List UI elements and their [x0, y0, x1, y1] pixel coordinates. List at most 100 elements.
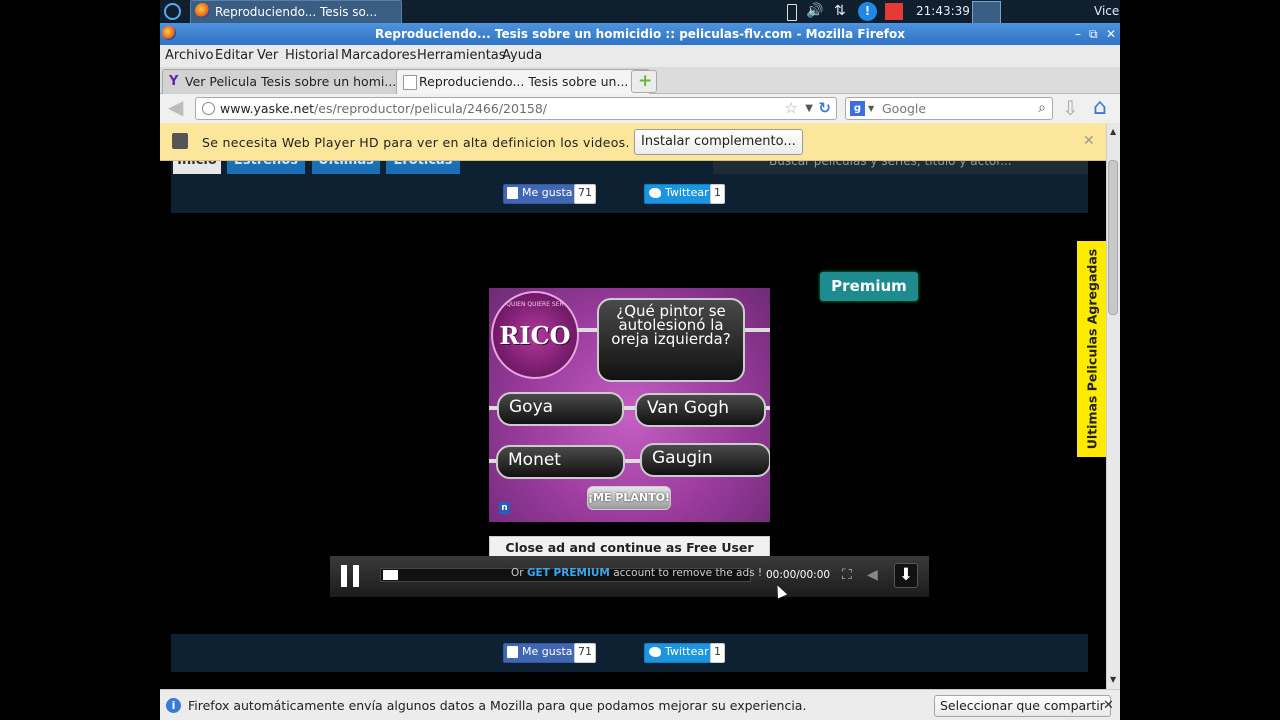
twitter-tweet-button-bottom[interactable]: Twittear — [644, 643, 714, 663]
download-icon[interactable]: ⇩ — [1062, 97, 1082, 119]
close-ad-button[interactable]: Close ad and continue as Free User — [489, 536, 770, 558]
progress-handle[interactable] — [383, 570, 398, 580]
like-label: Me gusta — [522, 186, 573, 199]
time-display: 00:00/00:00 — [766, 569, 831, 581]
page-favicon-icon — [403, 75, 417, 90]
video-ad[interactable]: RICO QUIEN QUIERE SER ¿Qué pintor se aut… — [489, 288, 770, 522]
fullscreen-icon[interactable]: ⛶ — [842, 568, 856, 582]
get-premium-link[interactable]: GET PREMIUM — [527, 567, 610, 579]
minimize-button[interactable]: – — [1075, 23, 1081, 45]
answer-gaugin[interactable]: Gaugin — [640, 443, 770, 477]
answer-van-gogh[interactable]: Van Gogh — [635, 393, 766, 427]
scrollbar-thumb[interactable] — [1108, 160, 1118, 315]
bookmark-star-icon[interactable]: ☆ — [785, 98, 798, 119]
site-nav-inicio[interactable]: Inicio — [173, 161, 221, 174]
menu-ayuda[interactable]: Ayuda — [502, 48, 542, 63]
tab-ver-pelicula[interactable]: Y Ver Pelicula Tesis sobre un homi... ✕ — [162, 69, 416, 94]
facebook-like-button[interactable]: Me gusta — [503, 184, 578, 204]
like-count-bottom: 71 — [574, 643, 596, 663]
taskbar-task-firefox[interactable]: Reproduciendo... Tesis so... — [190, 0, 402, 25]
facebook-icon — [507, 187, 518, 199]
tab-reproduciendo[interactable]: Reproduciendo... Tesis sobre un... ✕ — [396, 69, 650, 94]
search-icon[interactable]: ⌕ — [1038, 98, 1046, 119]
site-nav-eroticas[interactable]: Eroticas — [386, 161, 460, 174]
player-message-suffix: account to remove the ads ! — [613, 567, 763, 579]
url-path: /es/reproductor/pelicula/2466/20158/ — [314, 101, 548, 116]
url-bar[interactable]: www.yaske.net/es/reproductor/pelicula/24… — [195, 97, 837, 120]
progress-bar[interactable]: Or GET PREMIUM account to remove the ads… — [380, 567, 762, 582]
reload-icon[interactable]: ↻ — [818, 98, 831, 119]
data-sharing-bar: i Firefox automáticamente envía algunos … — [160, 689, 1120, 720]
menu-archivo[interactable]: Archivo — [165, 48, 214, 63]
pause-icon[interactable] — [341, 565, 361, 587]
quit-button[interactable]: ¡ME PLANTO! — [587, 486, 671, 510]
facebook-like-button-bottom[interactable]: Me gusta — [503, 643, 578, 663]
tab-label: Ver Pelicula Tesis sobre un homi... — [185, 74, 397, 89]
question-box: ¿Qué pintor se autolesionó la oreja izqu… — [597, 298, 745, 382]
site-nav-ultimas[interactable]: Ultimas — [312, 161, 380, 174]
menu-historial[interactable]: Historial — [285, 48, 339, 63]
answer-monet[interactable]: Monet — [496, 445, 625, 479]
home-icon[interactable]: ⌂ — [1093, 96, 1117, 120]
data-sharing-message: Firefox automáticamente envía algunos da… — [188, 698, 807, 713]
menu-ver[interactable]: Ver — [257, 48, 278, 63]
globe-icon — [202, 102, 215, 115]
twitter-tweet-button[interactable]: Twittear — [644, 184, 714, 204]
site-search-input[interactable]: Buscar películas y series, título y acto… — [713, 161, 1088, 174]
menu-bar: Archivo Editar Ver Historial Marcadores … — [160, 45, 1120, 67]
search-engine-dropdown-icon[interactable]: ▼ — [868, 98, 874, 119]
battery-icon[interactable] — [787, 4, 797, 21]
menu-herramientas[interactable]: Herramientas — [417, 48, 506, 63]
tweet-count: 1 — [710, 184, 725, 204]
system-menu-icon[interactable] — [164, 3, 181, 20]
mute-icon[interactable]: ◀ — [867, 568, 881, 583]
like-count: 71 — [574, 184, 596, 204]
clock[interactable]: 21:43:39 — [916, 0, 970, 23]
latest-movies-side-tab[interactable]: Ultimas Peliculas Agregadas — [1077, 241, 1106, 457]
rico-logo-ring-text: QUIEN QUIERE SER — [506, 301, 564, 308]
like-label: Me gusta — [522, 645, 573, 658]
rico-logo: RICO QUIEN QUIERE SER — [491, 291, 579, 379]
firefox-tray-icon[interactable] — [972, 1, 1001, 24]
answer-goya[interactable]: Goya — [497, 392, 624, 426]
data-sharing-close-icon[interactable]: ✕ — [1103, 698, 1114, 713]
info-icon: i — [166, 698, 181, 713]
question-text: ¿Qué pintor se autolesionó la oreja izqu… — [611, 302, 731, 348]
search-bar[interactable]: g ▼ Google ⌕ — [845, 97, 1053, 120]
tweet-label: Twittear — [665, 645, 709, 658]
premium-button[interactable]: Premium — [820, 272, 918, 301]
plus-icon: + — [638, 71, 653, 91]
close-window-button[interactable]: ✕ — [1106, 23, 1116, 45]
window-title: Reproduciendo... Tesis sobre un homicidi… — [375, 27, 905, 41]
side-tab-label: Ultimas Peliculas Agregadas — [1084, 248, 1099, 450]
player-message-prefix: Or — [511, 567, 524, 579]
user-name[interactable]: Vice — [1094, 0, 1119, 23]
search-engine-name: Google — [882, 101, 927, 116]
scroll-up-arrow-icon[interactable]: ▲ — [1110, 127, 1116, 136]
notification-message: Se necesita Web Player HD para ver en al… — [202, 135, 630, 150]
menu-editar[interactable]: Editar — [215, 48, 254, 63]
site-nav: Inicio Estrenos Ultimas Eroticas Buscar … — [171, 161, 1088, 213]
network-icon[interactable]: ⇅ — [834, 0, 846, 23]
back-arrow-icon[interactable]: ◀ — [168, 97, 188, 118]
menu-marcadores[interactable]: Marcadores — [341, 48, 416, 63]
system-taskbar: Reproduciendo... Tesis so... 🔊 ⇅ ! 21:43… — [160, 0, 1120, 25]
install-plugin-button[interactable]: Instalar complemento... — [634, 129, 803, 155]
download-video-icon[interactable]: ⬇ — [894, 563, 918, 588]
player-message: Or GET PREMIUM account to remove the ads… — [511, 567, 762, 579]
stop-icon[interactable] — [885, 3, 903, 20]
puzzle-piece-icon — [172, 133, 188, 149]
volume-icon[interactable]: 🔊 — [806, 0, 823, 23]
scroll-down-arrow-icon[interactable]: ▼ — [1110, 675, 1116, 684]
google-icon: g — [850, 101, 865, 116]
maximize-button[interactable]: ⧉ — [1089, 23, 1098, 45]
info-icon[interactable]: ! — [858, 2, 877, 21]
choose-what-to-share-button[interactable]: Seleccionar que compartir — [934, 695, 1111, 717]
firefox-icon — [195, 3, 210, 18]
twitter-bird-icon — [649, 647, 661, 657]
new-tab-button[interactable]: + — [631, 70, 657, 93]
dropdown-arrow-icon[interactable]: ▼ — [805, 98, 813, 119]
window-titlebar: Reproduciendo... Tesis sobre un homicidi… — [160, 23, 1120, 45]
site-nav-estrenos[interactable]: Estrenos — [227, 161, 305, 174]
notification-close-icon[interactable]: ✕ — [1083, 133, 1095, 149]
